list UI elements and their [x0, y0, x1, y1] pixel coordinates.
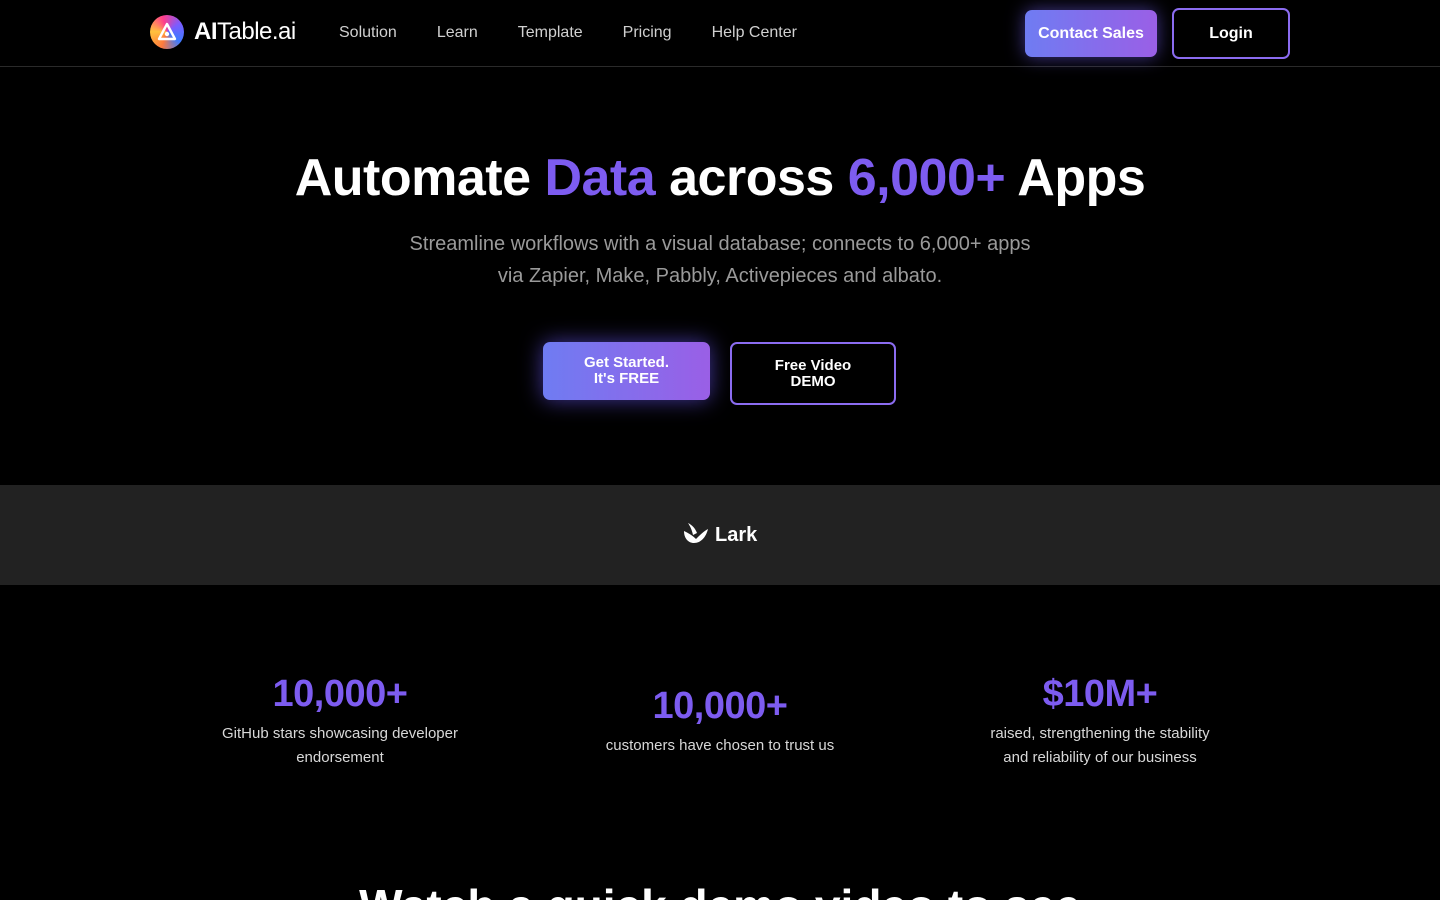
hero-subtitle-line2: via Zapier, Make, Pabbly, Activepieces a…: [497, 265, 943, 287]
stat-description: customers have chosen to trust us: [570, 734, 870, 758]
logo-wordmark: AITable.ai: [194, 18, 296, 46]
free-video-demo-button[interactable]: Free Video DEMO: [730, 342, 896, 405]
login-button[interactable]: Login: [1172, 8, 1290, 59]
aitable-logo-icon: [150, 15, 184, 49]
nav-link-help-center[interactable]: Help Center: [712, 24, 797, 42]
nav-link-solution[interactable]: Solution: [339, 24, 397, 42]
contact-sales-button[interactable]: Contact Sales: [1025, 10, 1157, 57]
stat-value: 10,000+: [652, 685, 788, 727]
nav-links: Solution Learn Template Pricing Help Cen…: [339, 0, 837, 66]
get-started-line1: Get Started.: [583, 354, 670, 371]
lark-bird-icon: [682, 521, 710, 550]
lark-logo: Lark: [682, 522, 757, 548]
logo-wordmark-bold: AI: [194, 18, 218, 45]
site-logo[interactable]: AITable.ai: [150, 14, 296, 50]
hero-title-part2: across: [655, 149, 848, 207]
free-video-demo-line2: DEMO: [790, 372, 836, 390]
stat-description: GitHub stars showcasing developer endors…: [190, 722, 490, 770]
stat-description-line1: GitHub stars showcasing developer: [222, 725, 458, 742]
stat-github-stars: 10,000+ GitHub stars showcasing develope…: [190, 672, 490, 770]
stat-funding: $10M+ raised, strengthening the stabilit…: [950, 672, 1250, 770]
stat-value: 10,000+: [272, 673, 408, 715]
nav-link-pricing[interactable]: Pricing: [623, 24, 672, 42]
stat-description-line1: raised, strengthening the stability: [990, 725, 1210, 742]
hero-title: Automate Data across 6,000+ Apps: [0, 145, 1440, 211]
hero-title-part3: Apps: [1005, 149, 1146, 207]
stat-description: raised, strengthening the stability and …: [950, 722, 1250, 770]
get-started-button[interactable]: Get Started. It's FREE: [543, 342, 710, 400]
get-started-line2: It's FREE: [593, 370, 660, 387]
lark-logo-text: Lark: [715, 523, 758, 546]
stat-description-line1: customers have chosen to trust us: [605, 737, 835, 754]
hero-subtitle: Streamline workflows with a visual datab…: [370, 228, 1070, 292]
free-video-demo-line1: Free Video: [774, 356, 852, 374]
stat-description-line2: and reliability of our business: [1003, 749, 1197, 766]
nav-link-template[interactable]: Template: [518, 24, 583, 42]
hero-title-accent-data: Data: [544, 149, 656, 207]
hero-subtitle-line1: Streamline workflows with a visual datab…: [409, 233, 1031, 255]
demo-section-heading: Watch a quick demo video to see: [0, 878, 1440, 900]
logo-wordmark-rest: Table.ai: [217, 18, 296, 45]
stat-customers: 10,000+ customers have chosen to trust u…: [570, 684, 870, 758]
nav-link-learn[interactable]: Learn: [437, 24, 478, 42]
hero-title-accent-count: 6,000+: [847, 149, 1006, 207]
hero-title-part1: Automate: [294, 149, 545, 207]
stat-description-line2: endorsement: [296, 749, 384, 766]
stat-value: $10M+: [1042, 673, 1158, 715]
top-navbar: AITable.ai Solution Learn Template Prici…: [0, 0, 1440, 67]
